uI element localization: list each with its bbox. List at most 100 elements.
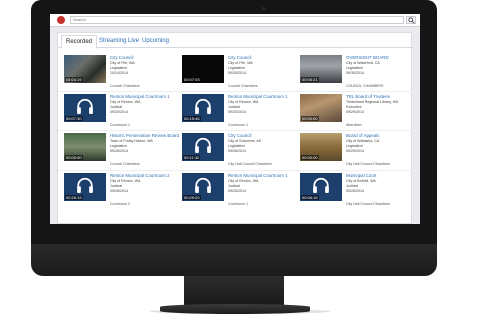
duration-label: 00:00:00 bbox=[65, 155, 83, 160]
card-title[interactable]: Renton Municipal Courtroom 1 bbox=[110, 94, 170, 99]
card-city: City of Renton, WA bbox=[110, 179, 141, 183]
content-panel: Recorded Streaming Live Upcoming 04:04:1… bbox=[57, 32, 413, 224]
card-title[interactable]: City Council bbox=[110, 55, 133, 60]
tab-streaming-live[interactable]: Streaming Live bbox=[95, 35, 143, 47]
card-city: City of Bothell, WA bbox=[346, 179, 376, 183]
card-location: Council Chambers bbox=[110, 84, 140, 88]
card-title[interactable]: Renton Municipal Courtroom 2 bbox=[110, 173, 170, 178]
broadcast-card[interactable]: 00:06:21 OVERSIGHT BOARD City of Waterford… bbox=[300, 55, 410, 93]
duration-label: 00:07:03 bbox=[183, 77, 201, 82]
card-title[interactable]: Board of Appeals bbox=[346, 133, 379, 138]
broadcast-card[interactable]: 00:11:32 City Council City of Sotomme, AK L… bbox=[182, 133, 292, 171]
card-title[interactable]: City Council bbox=[228, 55, 251, 60]
broadcast-card[interactable]: 00:00:00 Historic Preservation Review Boa… bbox=[64, 133, 179, 171]
card-city: City of Sotomme, AK bbox=[228, 139, 262, 143]
card-type: Legislative bbox=[110, 66, 127, 70]
search-input[interactable]: Search bbox=[70, 16, 404, 24]
monitor-stand-foot bbox=[160, 304, 310, 314]
card-city: City of Renton, WA bbox=[228, 100, 259, 104]
card-type: Judicial bbox=[228, 184, 240, 188]
camera-dot bbox=[262, 7, 265, 10]
tab-recorded[interactable]: Recorded bbox=[61, 35, 98, 49]
card-city: City of Waterford, CA bbox=[346, 61, 380, 65]
video-thumbnail[interactable]: 00:00:00 bbox=[300, 94, 342, 122]
card-location: Council Chambers bbox=[110, 162, 140, 166]
duration-label: 00:00:00 bbox=[301, 155, 319, 160]
card-date: 09/30/2014 bbox=[346, 71, 364, 75]
video-thumbnail[interactable]: 00:15:46 bbox=[182, 94, 224, 122]
broadcast-card[interactable]: 00:07:30 Renton Municipal Courtroom 1 City… bbox=[64, 94, 174, 132]
headphones-icon bbox=[313, 177, 329, 193]
card-date: 09/26/2014 bbox=[110, 189, 128, 193]
card-location: Courtroom 1 bbox=[228, 123, 248, 127]
card-title[interactable]: Renton Municipal Courtroom 1 bbox=[228, 173, 288, 178]
card-location: COUNCIL CHAMBERS bbox=[346, 84, 384, 88]
card-date: 09/28/2014 bbox=[346, 189, 364, 193]
card-date: 09/26/2014 bbox=[228, 189, 246, 193]
card-location: Courtroom 1 bbox=[110, 123, 130, 127]
card-title[interactable]: Historic Preservation Review Board bbox=[110, 133, 179, 138]
monitor-stand-neck bbox=[184, 276, 284, 306]
tab-upcoming[interactable]: Upcoming bbox=[138, 35, 173, 47]
card-city: City of Fife, WA bbox=[110, 61, 135, 65]
headphones-icon bbox=[195, 177, 211, 193]
duration-label: 00:06:21 bbox=[301, 77, 319, 82]
card-title[interactable]: TRL Board of Trustees bbox=[346, 94, 390, 99]
broadcast-card[interactable]: 00:15:46 Renton Municipal Courtroom 1 City… bbox=[182, 94, 292, 132]
logo-icon bbox=[57, 16, 65, 24]
card-city: City of Renton, WA bbox=[228, 179, 259, 183]
card-type: Executive bbox=[346, 105, 362, 109]
card-location: City Hall Council Chambers bbox=[228, 162, 272, 166]
duration-label: 00:00:00 bbox=[301, 116, 319, 121]
duration-label: 00:11:32 bbox=[183, 155, 201, 160]
card-date: 09/29/2014 bbox=[346, 149, 364, 153]
video-thumbnail[interactable]: 00:07:30 bbox=[64, 94, 106, 122]
card-location: Courtroom 1 bbox=[228, 202, 248, 206]
card-title[interactable]: Renton Municipal Courtroom 1 bbox=[228, 94, 288, 99]
card-type: Judicial bbox=[346, 184, 358, 188]
card-city: City of Wabasha, CA bbox=[346, 139, 380, 143]
duration-label: 00:29:20 bbox=[183, 195, 201, 200]
search-button[interactable] bbox=[406, 16, 416, 24]
video-thumbnail[interactable]: 00:00:00 bbox=[64, 133, 106, 161]
video-thumbnail[interactable]: 00:06:21 bbox=[300, 55, 342, 83]
card-location: City Hall Council Chambers bbox=[346, 202, 390, 206]
video-thumbnail[interactable]: 04:04:19 bbox=[64, 55, 106, 83]
card-title[interactable]: OVERSIGHT BOARD bbox=[346, 55, 389, 60]
search-icon bbox=[408, 17, 415, 24]
card-type: Judicial bbox=[228, 105, 240, 109]
headphones-icon bbox=[77, 98, 93, 114]
duration-label: 04:04:19 bbox=[65, 77, 83, 82]
headphones-icon bbox=[195, 137, 211, 153]
video-thumbnail[interactable]: 00:07:03 bbox=[182, 55, 224, 83]
broadcast-card[interactable]: 00:26:19 Renton Municipal Courtroom 2 City… bbox=[64, 173, 174, 211]
video-thumbnail[interactable]: 00:11:32 bbox=[182, 133, 224, 161]
card-type: Legislative bbox=[346, 144, 363, 148]
headphones-icon bbox=[195, 98, 211, 114]
card-type: Judicial bbox=[110, 105, 122, 109]
card-date: 09/26/2014 bbox=[110, 149, 128, 153]
duration-label: 00:26:19 bbox=[65, 195, 83, 200]
broadcast-card[interactable]: 00:29:20 Renton Municipal Courtroom 1 City… bbox=[182, 173, 292, 211]
card-location: City Hall Council Chambers bbox=[346, 162, 390, 166]
broadcast-card[interactable]: 00:00:00 TRL Board of Trustees Timberland … bbox=[300, 94, 410, 132]
card-date: 09/30/2014 bbox=[110, 110, 128, 114]
broadcast-card[interactable]: 00:06:16 Municipal Court City of Bothell, … bbox=[300, 173, 410, 211]
card-city: Timberland Regional Library, WA bbox=[346, 100, 399, 104]
video-thumbnail[interactable]: 00:00:00 bbox=[300, 133, 342, 161]
card-type: Legislative bbox=[228, 66, 245, 70]
card-location: Courtroom 2 bbox=[110, 202, 130, 206]
video-thumbnail[interactable]: 00:29:20 bbox=[182, 173, 224, 201]
card-city: City of Fife, WA bbox=[228, 61, 253, 65]
card-type: Legislative bbox=[346, 66, 363, 70]
broadcast-card[interactable]: 00:00:00 Board of Appeals City of Wabasha,… bbox=[300, 133, 410, 171]
broadcast-card[interactable]: 04:04:19 City Council City of Fife, WA Legi… bbox=[64, 55, 174, 93]
video-thumbnail[interactable]: 00:26:19 bbox=[64, 173, 106, 201]
card-title[interactable]: City Council bbox=[228, 133, 251, 138]
card-date: 09/26/2014 bbox=[228, 149, 246, 153]
video-thumbnail[interactable]: 00:06:16 bbox=[300, 173, 342, 201]
broadcast-card[interactable]: 00:07:03 City Council City of Fife, WA Legi… bbox=[182, 55, 292, 93]
card-location: Council Chambers bbox=[228, 84, 258, 88]
card-title[interactable]: Municipal Court bbox=[346, 173, 377, 178]
card-date: 09/29/2014 bbox=[346, 110, 364, 114]
